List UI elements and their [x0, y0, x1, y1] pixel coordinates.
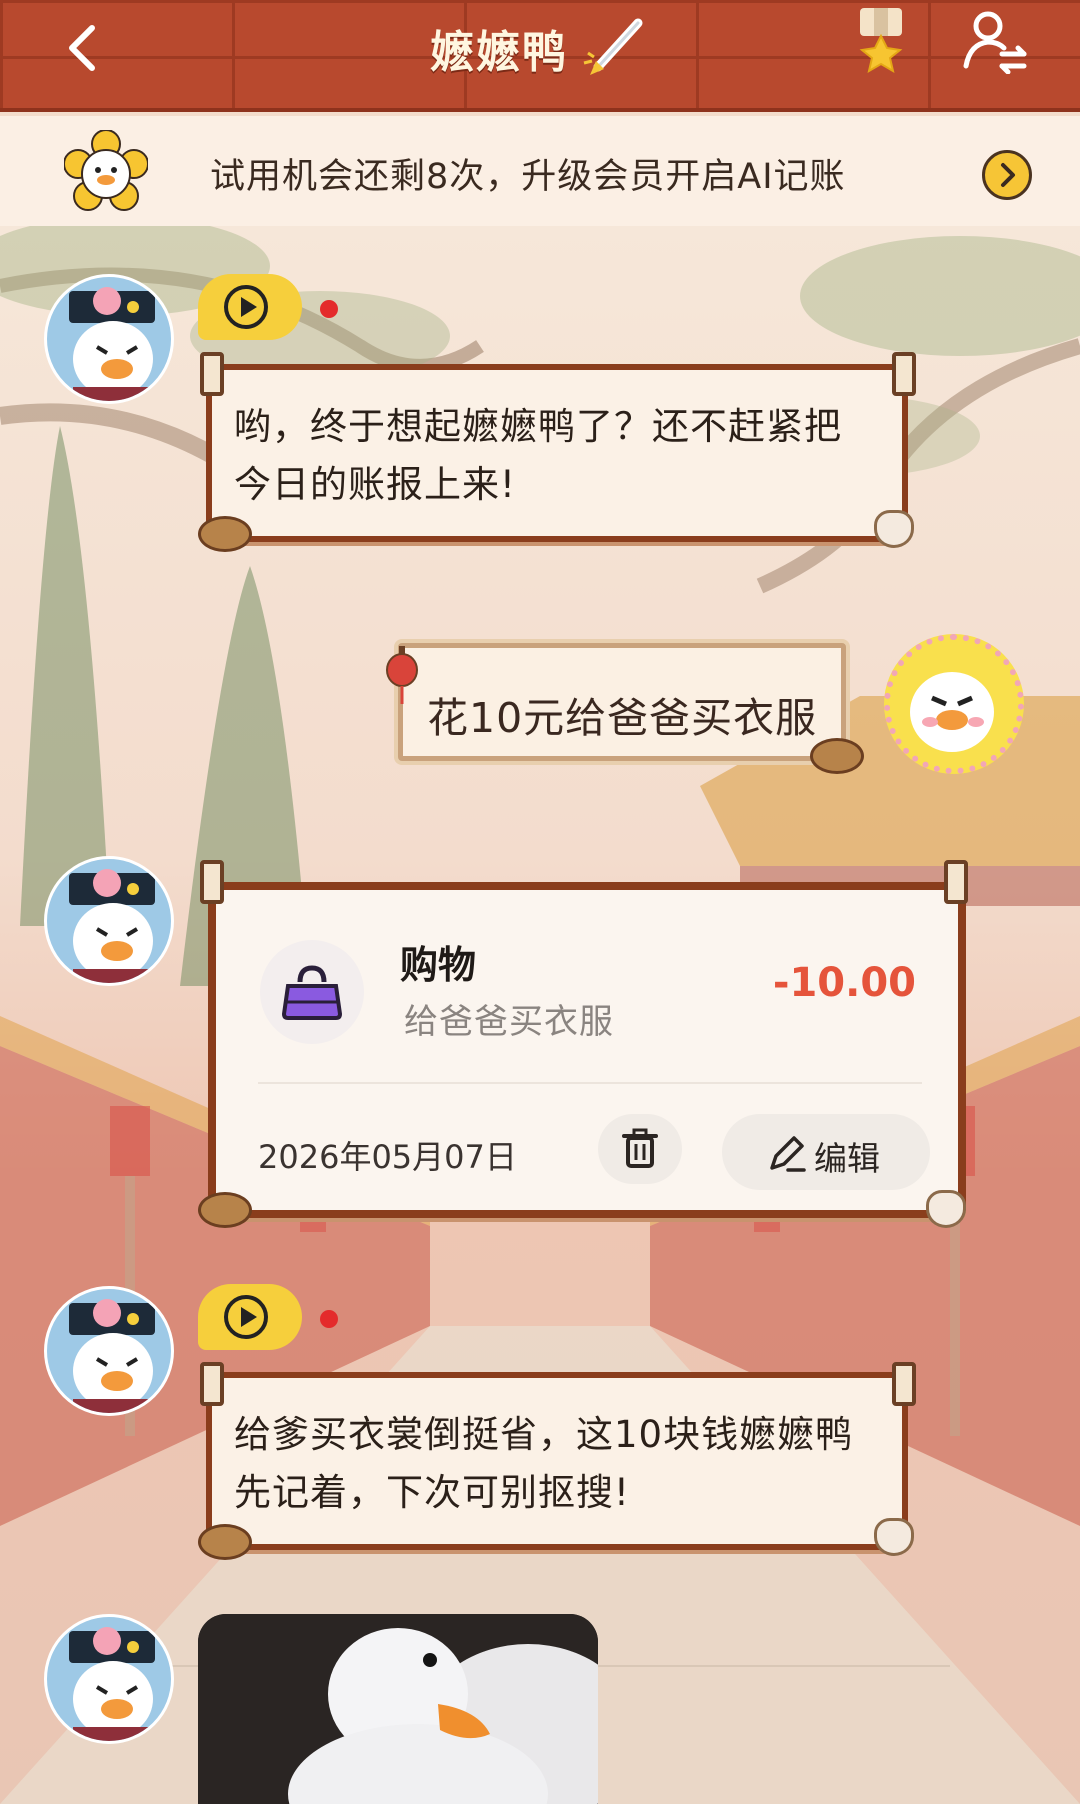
assistant-message-text: 给爹买衣裳倒挺省，这10块钱嬷嬷鸭先记着，下次可别抠搜!: [234, 1413, 854, 1514]
duck-photo-message[interactable]: [198, 1614, 598, 1804]
scroll-rod-icon: [944, 860, 968, 904]
assistant-message-text: 哟，终于想起嬷嬷鸭了？还不赶紧把今日的账报上来!: [234, 405, 842, 506]
unread-dot: [320, 1310, 338, 1328]
duck-assistant-avatar[interactable]: [44, 856, 174, 986]
record-amount: -10.00: [772, 960, 916, 1006]
user-message-text: 花10元给爸爸买衣服: [427, 694, 818, 742]
edit-button[interactable]: 编辑: [722, 1114, 930, 1190]
duck-queen-avatar-icon: [69, 869, 155, 983]
category-name: 购物: [400, 943, 477, 987]
duck-queen-avatar-icon: [69, 1627, 155, 1741]
assistant-message-bubble: 给爹买衣裳倒挺省，这10块钱嬷嬷鸭先记着，下次可别抠搜!: [206, 1372, 908, 1550]
handbag-icon: [281, 965, 343, 1020]
white-duck-photo: [198, 1614, 598, 1804]
bowl-ornament-icon: [810, 738, 864, 774]
delete-button[interactable]: [598, 1114, 682, 1184]
medal-icon[interactable]: [850, 6, 912, 74]
scroll-rod-icon: [892, 352, 916, 396]
voice-message-pill[interactable]: [198, 274, 302, 340]
user-avatar[interactable]: [884, 634, 1024, 774]
play-icon[interactable]: [224, 1295, 268, 1339]
top-bar: 嬷嬷鸭: [0, 0, 1080, 112]
title-area: 嬷嬷鸭: [0, 8, 1080, 88]
edit-button-label: 编辑: [814, 1139, 880, 1178]
scroll-rod-icon: [200, 1362, 224, 1406]
duck-assistant-avatar[interactable]: [44, 1286, 174, 1416]
scroll-rod-icon: [892, 1362, 916, 1406]
pouch-ornament-icon: [926, 1190, 966, 1228]
assistant-message-bubble: 哟，终于想起嬷嬷鸭了？还不赶紧把今日的账报上来!: [206, 364, 908, 542]
pouch-ornament-icon: [874, 510, 914, 548]
scroll-rod-icon: [200, 352, 224, 396]
duck-assistant-avatar[interactable]: [44, 274, 174, 404]
page-title[interactable]: 嬷嬷鸭: [430, 16, 568, 80]
user-message-bubble: 花10元给爸爸买衣服: [398, 643, 846, 761]
scroll-rod-icon: [200, 860, 224, 904]
unread-dot: [320, 300, 338, 318]
play-icon[interactable]: [224, 285, 268, 329]
duck-queen-avatar-icon: [69, 1299, 155, 1413]
pencil-icon: [770, 1136, 806, 1172]
voice-message-pill[interactable]: [198, 1284, 302, 1350]
record-note: 给爸爸买衣服: [404, 1002, 614, 1042]
bowl-ornament-icon: [198, 1192, 252, 1228]
trial-banner[interactable]: 试用机会还剩8次，升级会员开启AI记账: [0, 116, 1080, 226]
record-date: 2026年05月07日: [258, 1138, 517, 1176]
trash-icon: [622, 1128, 658, 1168]
duck-user-avatar-icon: [910, 672, 994, 752]
divider: [258, 1082, 922, 1084]
pouch-ornament-icon: [874, 1518, 914, 1556]
bowl-ornament-icon: [198, 1524, 252, 1560]
expense-record-card[interactable]: 购物 给爸爸买衣服 -10.00 2026年05月07日 编辑: [208, 882, 966, 1218]
switch-role-icon[interactable]: [962, 8, 1030, 74]
duck-flower-mascot-icon: [64, 130, 148, 211]
duck-assistant-avatar[interactable]: [44, 1614, 174, 1744]
upgrade-arrow-button[interactable]: [982, 150, 1032, 200]
bowl-ornament-icon: [198, 516, 252, 552]
edit-title-pencil-icon[interactable]: [580, 13, 650, 83]
trial-banner-text: 试用机会还剩8次，升级会员开启AI记账: [210, 157, 846, 197]
duck-queen-avatar-icon: [69, 287, 155, 401]
category-icon-wrap: [260, 940, 364, 1044]
chevron-right-icon: [1001, 163, 1015, 187]
lantern-icon: [386, 646, 418, 704]
